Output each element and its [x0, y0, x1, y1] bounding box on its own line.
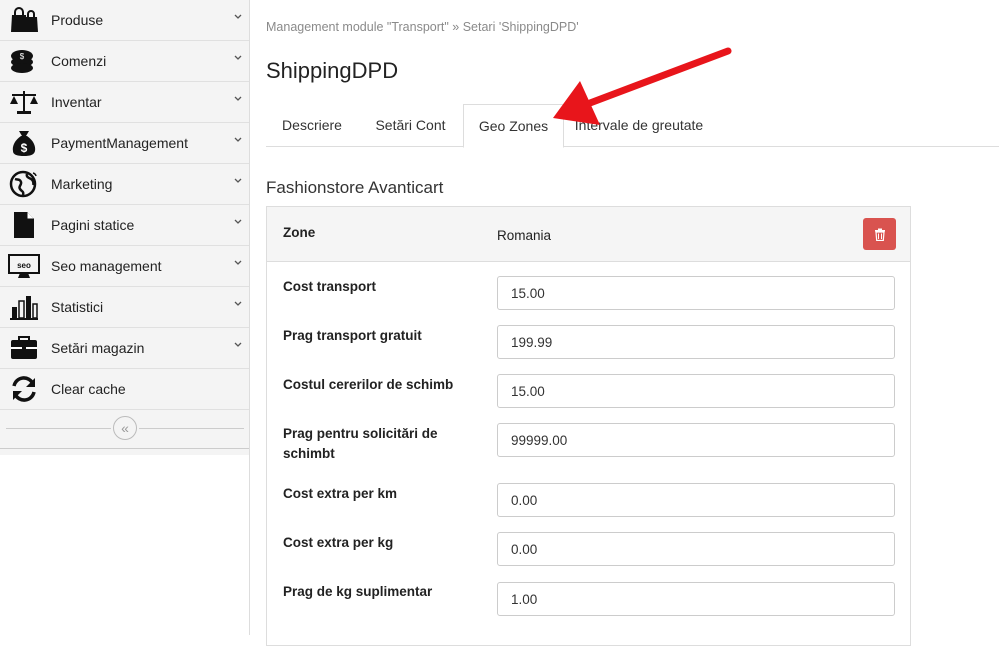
sidebar-collapse-row: « [0, 410, 249, 449]
chevron-down-icon [234, 55, 242, 60]
chevron-down-icon [234, 178, 242, 183]
sidebar-item-label: Pagini statice [51, 217, 135, 233]
globe-icon [7, 167, 41, 201]
section-title: Fashionstore Avanticart [266, 178, 444, 197]
breadcrumb: Management module "Transport" » Setari '… [266, 20, 579, 34]
chevron-down-icon [234, 342, 242, 347]
briefcase-icon [7, 331, 41, 365]
sidebar-item-marketing[interactable]: Marketing [0, 164, 249, 205]
chevron-down-icon [234, 96, 242, 101]
double-chevron-left-icon: « [121, 420, 129, 436]
sidebar-item-label: Produse [51, 12, 104, 28]
field-label: Cost extra per kg [283, 535, 394, 550]
sidebar-item-paymentmanagement[interactable]: $ PaymentManagement [0, 123, 249, 164]
field-label: Cost extra per km [283, 486, 398, 501]
sidebar-item-comenzi[interactable]: $ Comenzi [0, 41, 249, 82]
prag-solicitari-schimb-input[interactable] [497, 423, 895, 457]
sidebar-item-label: Comenzi [51, 53, 107, 69]
delete-zone-button[interactable] [863, 218, 896, 250]
chevron-down-icon [234, 137, 242, 142]
tab-setari-cont[interactable]: Setări Cont [358, 104, 463, 147]
cost-extra-per-kg-input[interactable] [497, 532, 895, 566]
sidebar-empty-area [0, 455, 249, 635]
field-label: Prag de kg suplimentar [283, 584, 433, 599]
sidebar-item-label: Seo management [51, 258, 162, 274]
zone-value: Romania [497, 228, 552, 243]
chevron-down-icon [234, 301, 242, 306]
chevron-down-icon [234, 14, 242, 19]
svg-text:seo: seo [17, 261, 31, 270]
sidebar-item-clear-cache[interactable]: Clear cache [0, 369, 249, 410]
coins-stack-icon: $ [7, 44, 41, 78]
chevron-down-icon [234, 219, 242, 224]
panel-heading: Zone Romania [267, 207, 910, 262]
sidebar-item-produse[interactable]: Produse [0, 0, 249, 41]
field-label: Prag transport gratuit [283, 328, 422, 343]
svg-text:$: $ [21, 141, 28, 155]
svg-text:$: $ [20, 52, 25, 61]
geo-zone-panel: Zone Romania Cost transport Prag transpo… [266, 206, 911, 646]
page-title: ShippingDPD [266, 58, 399, 83]
sidebar-item-statistici[interactable]: Statistici [0, 287, 249, 328]
shopping-bags-icon [7, 3, 41, 37]
refresh-icon [7, 372, 41, 406]
money-bag-icon: $ [7, 126, 41, 160]
chevron-down-icon [234, 260, 242, 265]
sidebar-item-label: Marketing [51, 176, 113, 192]
prag-transport-gratuit-input[interactable] [497, 325, 895, 359]
tab-descriere[interactable]: Descriere [266, 104, 358, 147]
balance-scale-icon [7, 85, 41, 119]
divider [6, 428, 111, 429]
prag-kg-suplimentar-input[interactable] [497, 582, 895, 616]
seo-monitor-icon: seo [7, 249, 41, 283]
field-label: Prag pentru solicitări de schimbt [283, 426, 438, 461]
annotation-arrow-icon [553, 47, 732, 125]
cost-transport-input[interactable] [497, 276, 895, 310]
cost-extra-per-km-input[interactable] [497, 483, 895, 517]
zone-label: Zone [283, 225, 316, 240]
file-icon [7, 208, 41, 242]
sidebar-item-inventar[interactable]: Inventar [0, 82, 249, 123]
divider [139, 428, 244, 429]
sidebar-item-label: PaymentManagement [51, 135, 188, 151]
trash-icon [874, 228, 885, 241]
sidebar-item-pagini-statice[interactable]: Pagini statice [0, 205, 249, 246]
bar-chart-icon [7, 290, 41, 324]
sidebar-item-label: Setări magazin [51, 340, 145, 356]
field-label: Costul cererilor de schimb [283, 377, 454, 392]
sidebar-item-label: Inventar [51, 94, 102, 110]
sidebar-item-label: Statistici [51, 299, 104, 315]
sidebar-item-seo-management[interactable]: seo Seo management [0, 246, 249, 287]
collapse-sidebar-button[interactable]: « [113, 416, 137, 440]
sidebar-item-setari-magazin[interactable]: Setări magazin [0, 328, 249, 369]
field-label: Cost transport [283, 279, 377, 294]
costul-cererilor-de-schimb-input[interactable] [497, 374, 895, 408]
sidebar-item-label: Clear cache [51, 381, 126, 397]
